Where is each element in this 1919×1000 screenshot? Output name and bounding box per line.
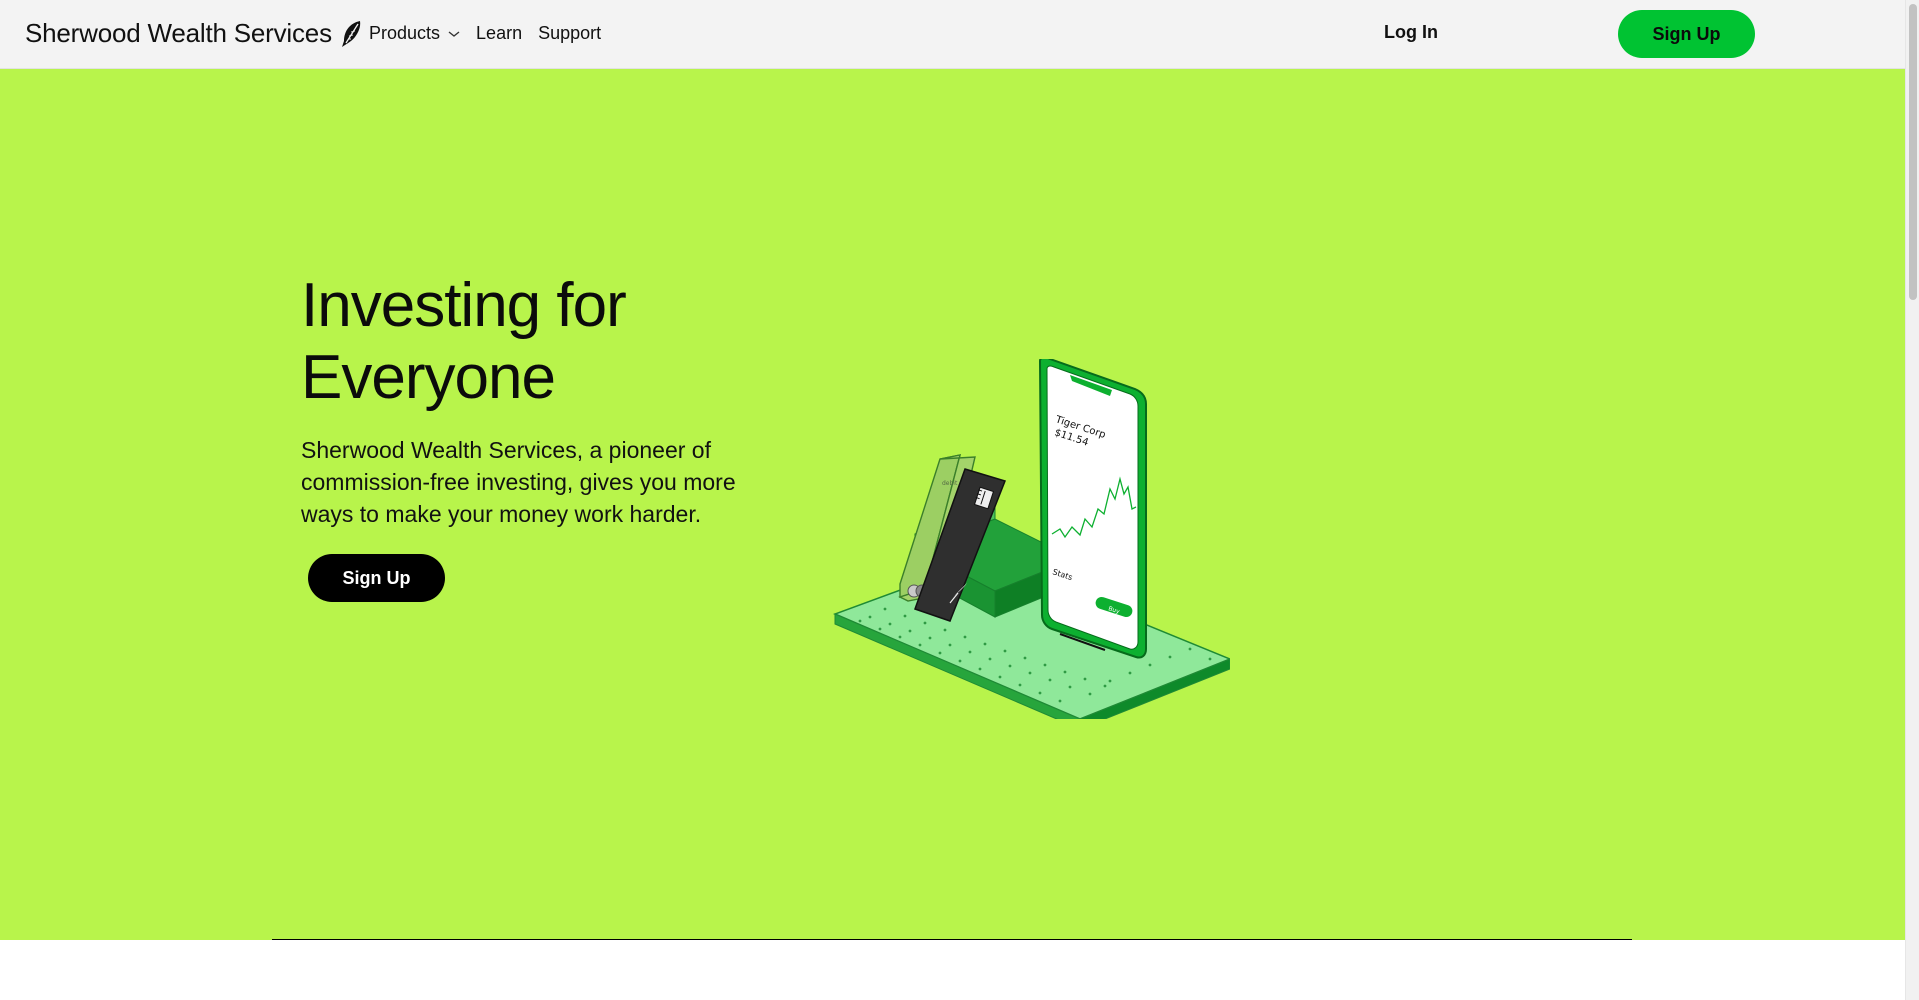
brand-name: Sherwood Wealth Services	[25, 18, 332, 48]
nav-products-label: Products	[369, 23, 441, 43]
feather-icon	[341, 20, 361, 47]
hero-section: Investing for Everyone Sherwood Wealth S…	[0, 69, 1905, 940]
signup-button-hero[interactable]: Sign Up	[308, 554, 445, 602]
hero-subtitle: Sherwood Wealth Services, a pioneer of c…	[301, 437, 736, 527]
page: Sherwood Wealth Services Products Learn …	[0, 0, 1919, 1000]
phone-mockup: Tiger Corp $11.54 Stats Buy	[1038, 359, 1147, 659]
top-navigation-bar: Sherwood Wealth Services Products Learn …	[0, 0, 1905, 69]
page-scrollbar[interactable]	[1905, 0, 1919, 1000]
chevron-down-icon	[448, 30, 460, 37]
nav-support-label: Support	[538, 23, 602, 43]
nav-products[interactable]: Products	[369, 23, 460, 44]
brand[interactable]: Sherwood Wealth Services	[25, 18, 364, 49]
nav-learn[interactable]: Learn	[476, 23, 522, 44]
login-link[interactable]: Log In	[1384, 22, 1438, 43]
scrollbar-thumb[interactable]	[1909, 4, 1917, 300]
hero-illustration: debit Tiger Corp $11.54 Stats Buy	[832, 359, 1230, 719]
main-nav: Products Learn Support	[369, 23, 601, 44]
card-label: debit	[942, 480, 958, 487]
hero-title: Investing for Everyone	[301, 271, 627, 412]
section-divider	[272, 939, 1632, 940]
signup-button-header[interactable]: Sign Up	[1618, 10, 1755, 58]
platform	[832, 503, 1230, 719]
nav-learn-label: Learn	[476, 23, 523, 43]
nav-support[interactable]: Support	[538, 23, 601, 44]
